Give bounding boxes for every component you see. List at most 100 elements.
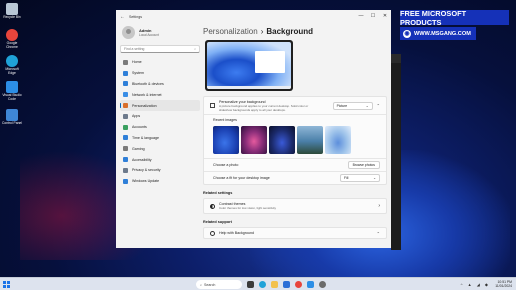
settings-icon[interactable]	[319, 281, 326, 288]
system-tray[interactable]: ^ ▲ ◢ ◆	[461, 282, 490, 287]
sidebar-item-privacy[interactable]: Privacy & security	[120, 165, 200, 176]
help-with-background[interactable]: Help with Background ⌃	[203, 227, 387, 239]
sidebar-item-personalization[interactable]: Personalization	[120, 100, 200, 111]
windows-update-icon	[123, 178, 128, 184]
desktop-icon-chrome[interactable]: Google Chrome	[2, 29, 22, 50]
chevron-up-icon[interactable]: ⌃	[377, 103, 380, 108]
window-controls: — ☐ ✕	[355, 10, 391, 22]
sidebar-item-bluetooth[interactable]: Bluetooth & devices	[120, 79, 200, 90]
search-input[interactable]: Find a setting ⌕	[120, 45, 200, 53]
related-settings-heading: Related settings	[203, 191, 233, 195]
browse-photos-button[interactable]: Browse photos	[347, 161, 380, 169]
preview-taskbar	[207, 86, 291, 89]
vscode-icon	[6, 81, 18, 93]
close-button[interactable]: ✕	[379, 10, 391, 22]
time-language-icon	[123, 135, 128, 141]
image-icon	[210, 103, 215, 108]
sidebar-item-apps[interactable]: Apps	[120, 111, 200, 122]
globe-icon	[210, 230, 215, 236]
network-icon	[123, 92, 128, 98]
breadcrumb-separator: ›	[260, 26, 264, 36]
related-support-heading: Related support	[203, 220, 232, 224]
desktop-icon-vscode[interactable]: Visual Studio Code	[2, 81, 22, 102]
sidebar-item-windows-update[interactable]: Windows Update	[120, 176, 200, 187]
bluetooth-icon	[123, 81, 128, 87]
recent-images	[204, 124, 386, 158]
main-content: Personalization › Background Personalize…	[203, 24, 387, 239]
sidebar-item-network[interactable]: Network & internet	[120, 89, 200, 100]
vscode-icon[interactable]	[307, 281, 314, 288]
sidebar-item-gaming[interactable]: Gaming	[120, 143, 200, 154]
apps-icon	[123, 113, 128, 119]
title-bar: ← Settings	[116, 10, 391, 23]
recent-images-label: Recent images	[213, 117, 237, 122]
edge-icon	[6, 55, 18, 67]
control-panel-icon	[6, 109, 18, 121]
personalize-background-card: Personalize your background A picture ba…	[203, 96, 387, 185]
taskbar: ⌕ Search ^ ▲ ◢ ◆ 10:51 PM 11/01/2024	[0, 277, 516, 290]
thumb-landscape[interactable]	[297, 126, 323, 154]
accessibility-icon	[123, 157, 128, 163]
chrome-icon[interactable]	[295, 281, 302, 288]
sidebar-item-time-language[interactable]: Time & language	[120, 133, 200, 144]
thumb-dark-bloom[interactable]	[269, 126, 295, 154]
chevron-down-icon: ⌄	[373, 176, 376, 180]
promo-banner: FREE MICROSOFT PRODUCTS	[400, 9, 509, 27]
desktop-icon-recycle-bin[interactable]: Recycle Bin	[2, 3, 22, 20]
thumb-purple-glow[interactable]	[241, 126, 267, 154]
sidebar-item-accounts[interactable]: Accounts	[120, 122, 200, 133]
promo-site: ◉ WWW.MSGANG.COM	[400, 27, 476, 40]
home-icon	[123, 59, 128, 65]
background-preview	[205, 40, 293, 91]
page-title: Background	[266, 26, 314, 36]
system-icon	[123, 70, 128, 76]
background-window	[391, 54, 401, 250]
clock[interactable]: 10:51 PM 11/01/2024	[495, 280, 512, 288]
avatar	[122, 26, 135, 39]
taskbar-search[interactable]: ⌕ Search	[196, 280, 242, 289]
sidebar: Admin Local Account Find a setting ⌕ Hom…	[120, 24, 200, 187]
edge-icon[interactable]	[259, 281, 266, 288]
sidebar-item-accessibility[interactable]: Accessibility	[120, 154, 200, 165]
account-header[interactable]: Admin Local Account	[120, 24, 200, 45]
breadcrumb-parent[interactable]: Personalization	[203, 27, 258, 36]
contrast-icon	[210, 203, 215, 209]
store-icon[interactable]	[283, 281, 290, 288]
chevron-up-icon: ⌃	[376, 230, 380, 236]
window-title: Settings	[129, 14, 142, 19]
personalize-subtitle: A picture background applies to your cur…	[219, 103, 309, 112]
start-button[interactable]	[3, 281, 10, 288]
sidebar-item-system[interactable]: System	[120, 68, 200, 79]
choose-fit-row: Choose a fit for your desktop image Fill…	[204, 171, 386, 184]
fit-select[interactable]: Fill ⌄	[340, 174, 380, 182]
background-type-select[interactable]: Picture ⌄	[332, 101, 373, 110]
background-window-titlebar	[391, 54, 401, 63]
file-explorer-icon[interactable]	[271, 281, 278, 288]
minimize-button[interactable]: —	[355, 10, 367, 22]
privacy-icon	[123, 167, 128, 173]
account-type: Local Account	[139, 33, 159, 37]
chevron-right-icon: ›	[378, 203, 380, 209]
search-icon: ⌕	[194, 47, 196, 51]
desktop-icon-edge[interactable]: Microsoft Edge	[2, 55, 22, 76]
sidebar-item-home[interactable]: Home	[120, 57, 200, 68]
back-arrow-icon[interactable]: ←	[120, 14, 125, 20]
thumb-light-bloom[interactable]	[325, 126, 351, 154]
globe-icon: ◉	[403, 29, 411, 38]
chrome-icon	[6, 29, 18, 41]
desktop-icon-control-panel[interactable]: Control Panel	[2, 109, 22, 126]
chevron-down-icon: ⌄	[365, 103, 369, 108]
personalization-icon	[123, 103, 128, 109]
preview-window	[255, 51, 285, 73]
choose-photo-row: Choose a photo Browse photos	[204, 158, 386, 171]
maximize-button[interactable]: ☐	[367, 10, 379, 22]
task-view-icon[interactable]	[247, 281, 254, 288]
search-icon: ⌕	[200, 282, 203, 287]
gaming-icon	[123, 146, 128, 152]
recycle-bin-icon	[6, 3, 18, 15]
accounts-icon	[123, 124, 128, 130]
contrast-themes-link[interactable]: Contrast themes Color themes for low vis…	[203, 198, 387, 214]
breadcrumb: Personalization › Background	[203, 24, 387, 38]
settings-window: ← Settings — ☐ ✕ Admin Local Account Fin…	[116, 10, 391, 248]
thumb-bloom-blue[interactable]	[213, 126, 239, 154]
